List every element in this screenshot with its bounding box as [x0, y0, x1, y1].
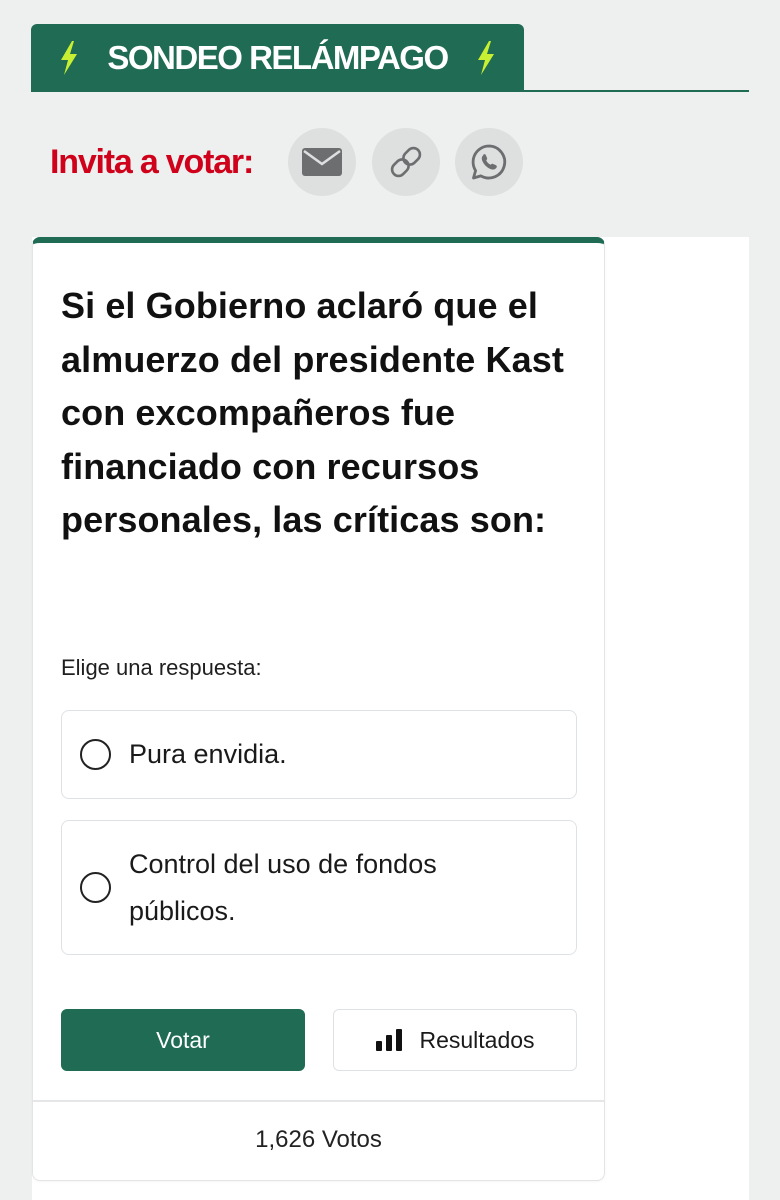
vote-button[interactable]: Votar [61, 1009, 305, 1071]
link-icon [390, 146, 422, 178]
poll-header-badge: SONDEO RELÁMPAGO [31, 24, 524, 92]
radio-button[interactable] [80, 872, 111, 903]
poll-header-title: SONDEO RELÁMPAGO [107, 39, 449, 76]
poll-question: Si el Gobierno aclaró que el almuerzo de… [61, 285, 564, 540]
results-button-label: Resultados [419, 1026, 535, 1053]
poll-option-label: Pura envidia. [129, 739, 287, 769]
poll-card: Si el Gobierno aclaró que el almuerzo de… [32, 237, 605, 1181]
envelope-icon [302, 148, 342, 176]
header-divider [31, 90, 749, 92]
vote-count: 1,626 Votos [255, 1126, 382, 1153]
share-email-button[interactable] [288, 128, 356, 196]
share-label: Invita a votar: [50, 143, 254, 181]
share-whatsapp-button[interactable] [455, 128, 523, 196]
whatsapp-icon [471, 144, 507, 180]
poll-instruction: Elige una respuesta: [61, 655, 262, 680]
poll-option-pura-envidia[interactable]: Pura envidia. [61, 710, 577, 799]
radio-button[interactable] [80, 739, 111, 770]
lightning-bolt-icon [477, 41, 494, 75]
share-copy-link-button[interactable] [372, 128, 440, 196]
poll-option-label: Control del uso de fondos públicos. [129, 849, 437, 926]
lightning-bolt-icon [61, 41, 78, 75]
card-divider [33, 1100, 604, 1102]
poll-option-control-fondos[interactable]: Control del uso de fondos públicos. [61, 820, 577, 955]
bar-chart-icon [376, 1029, 403, 1051]
results-button[interactable]: Resultados [333, 1009, 577, 1071]
